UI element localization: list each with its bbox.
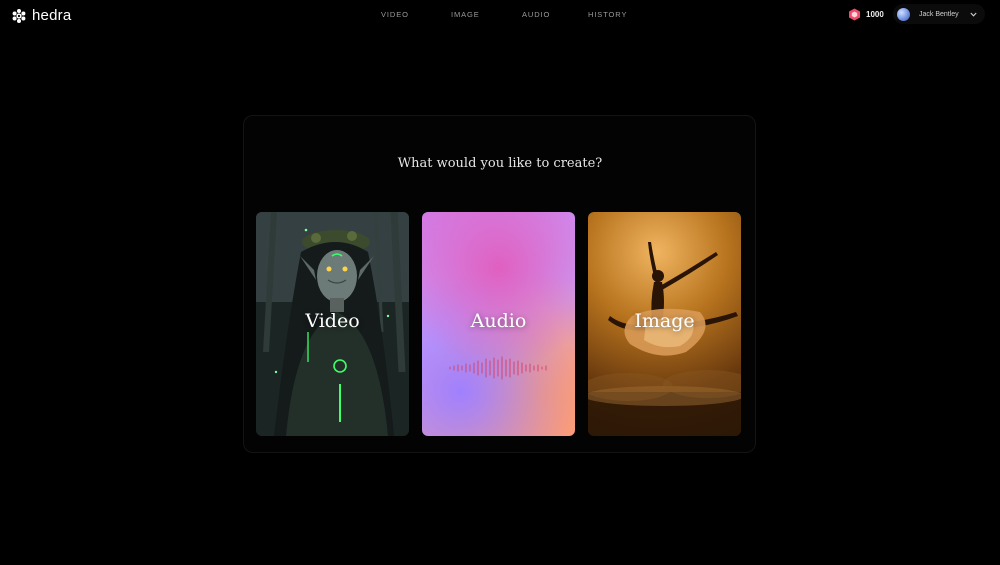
nav-image[interactable]: IMAGE [451,10,480,19]
avatar [897,7,910,21]
credit-gem-icon [849,8,860,21]
audio-card-label: Audio [470,310,527,332]
top-bar: hedra VIDEO IMAGE AUDIO HISTORY 1000 Jac… [0,0,1000,30]
create-prompt-heading: What would you like to create? [397,156,603,171]
video-card-label: Video [305,310,360,332]
user-menu-button[interactable]: Jack Bentley [893,4,985,24]
nav-audio[interactable]: AUDIO [522,10,550,19]
image-card[interactable]: Image [588,212,741,436]
user-name: Jack Bentley [919,10,959,18]
image-card-label: Image [634,310,695,332]
credits-badge[interactable]: 1000 [848,8,884,21]
nav-video[interactable]: VIDEO [381,10,409,19]
video-card[interactable]: Video [256,212,409,436]
nav-history[interactable]: HISTORY [588,10,627,19]
credit-count: 1000 [866,10,884,19]
chevron-down-icon [970,12,977,17]
audio-card[interactable]: Audio [422,212,575,436]
